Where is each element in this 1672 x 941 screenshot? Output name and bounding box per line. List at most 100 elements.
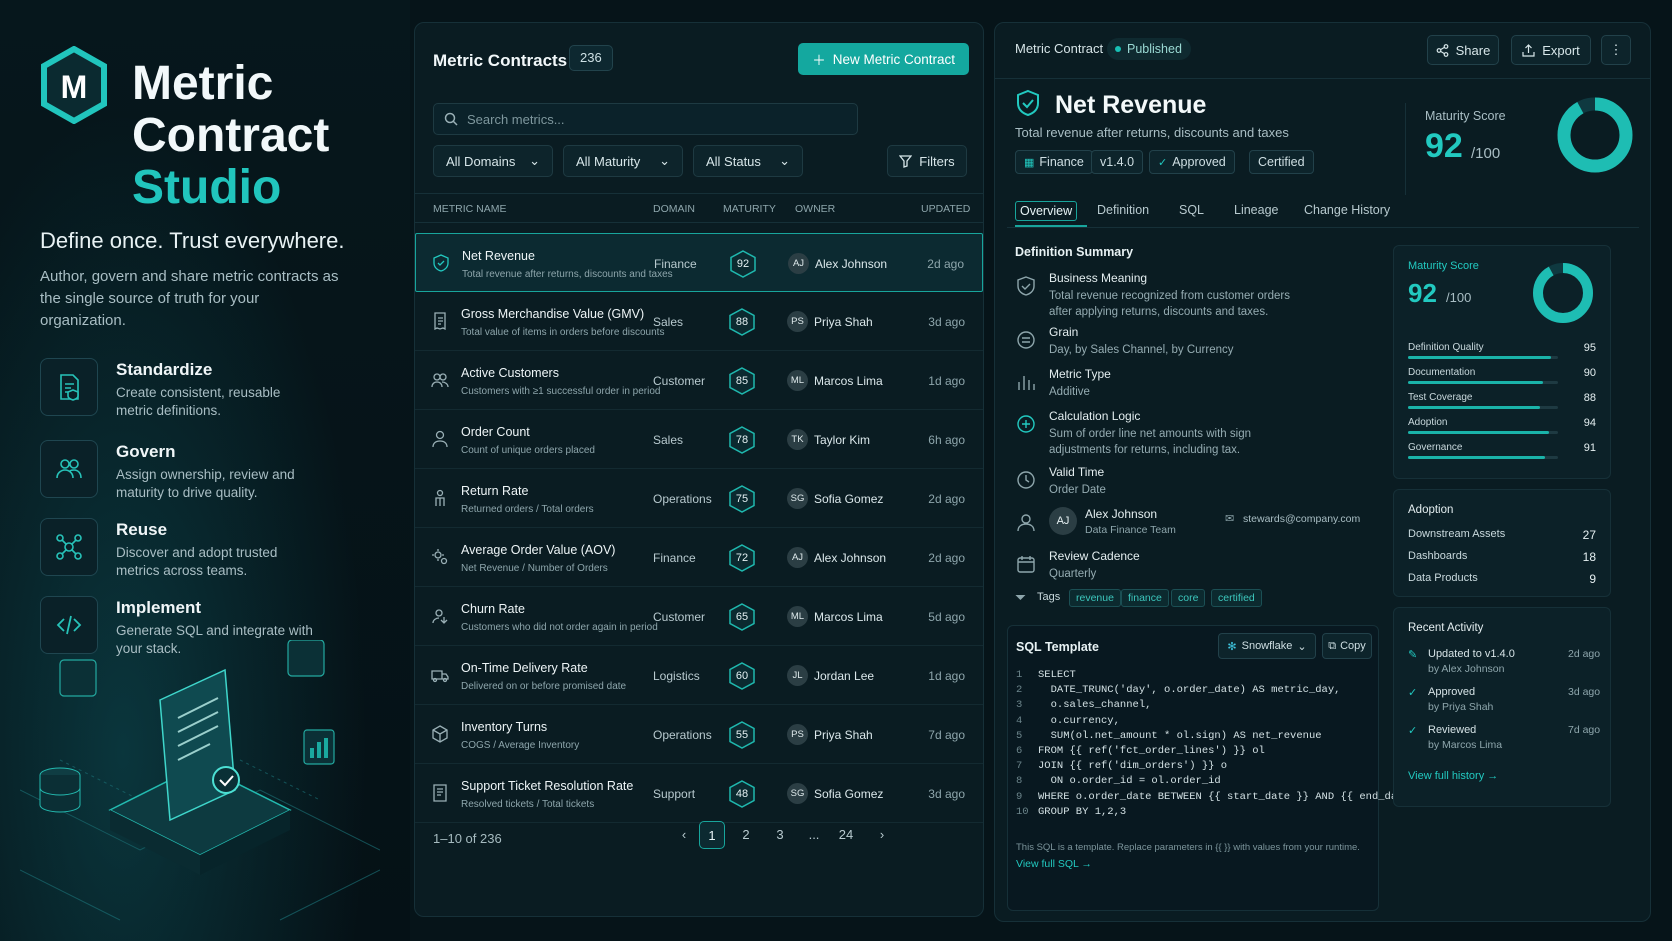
table-row[interactable]: Active Customers Customers with ≥1 succes… <box>415 351 983 410</box>
updated-time: 1d ago <box>928 669 965 683</box>
metric-description: Returned orders / Total orders <box>461 504 594 515</box>
maturity-dropdown[interactable]: All Maturity ⌄ <box>563 145 683 177</box>
receipt-icon <box>434 312 446 330</box>
tag-revenue[interactable]: revenue <box>1069 589 1121 607</box>
tab-lineage[interactable]: Lineage <box>1230 201 1283 219</box>
metric-description: Total revenue after returns, discounts a… <box>462 269 673 280</box>
metric-description: Total value of items in orders before di… <box>461 327 665 338</box>
more-options-button[interactable]: ⋮ <box>1601 35 1631 65</box>
new-metric-button[interactable]: ＋ New Metric Contract <box>798 43 969 75</box>
tab-definition[interactable]: Definition <box>1093 201 1153 219</box>
tag-finance[interactable]: finance <box>1121 589 1169 607</box>
table-row[interactable]: Gross Merchandise Value (GMV) Total value… <box>415 292 983 351</box>
users-icon <box>431 373 449 388</box>
engine-dropdown[interactable]: ✻ Snowflake ⌄ <box>1218 633 1316 659</box>
document-shield-icon <box>40 358 98 416</box>
sql-note: This SQL is a template. Replace paramete… <box>1016 842 1360 853</box>
review-icon: ✓ <box>1408 725 1418 737</box>
page-1-button[interactable]: 1 <box>699 821 725 849</box>
table-row[interactable]: Net Revenue Total revenue after returns, … <box>415 233 983 292</box>
metric-description: Delivered on or before promised date <box>461 681 627 692</box>
updated-time: 1d ago <box>928 374 965 388</box>
owner-name: Sofia Gomez <box>814 492 884 506</box>
owner-name: Taylor Kim <box>814 433 871 447</box>
page-2-button[interactable]: 2 <box>733 821 759 849</box>
owner-email[interactable]: stewards@company.com <box>1243 513 1360 525</box>
page-24-button[interactable]: 24 <box>833 821 859 849</box>
maturity-hexagon: 85 <box>729 367 755 395</box>
tag-core[interactable]: core <box>1171 589 1206 607</box>
avatar: AJ <box>1049 507 1077 535</box>
copy-button[interactable]: ⧉ Copy <box>1322 633 1372 659</box>
view-full-sql-link[interactable]: View full SQL → <box>1016 858 1092 870</box>
code-line: 5 SUM(ol.net_amount * ol.sign) AS net_re… <box>1016 729 1322 742</box>
table-row[interactable]: Inventory Turns COGS / Average Inventory O… <box>415 705 983 764</box>
avatar: ML <box>787 370 808 391</box>
breadcrumb: Metric Contract <box>1015 41 1104 56</box>
users-icon <box>40 440 98 498</box>
metric-name: Average Order Value (AOV) <box>461 543 616 557</box>
pagination-range: 1–10 of 236 <box>433 831 502 846</box>
metric-name: Order Count <box>461 425 530 439</box>
metric-domain: Sales <box>653 315 684 329</box>
owner-name: Jordan Lee <box>814 669 875 683</box>
bar-chart-icon <box>1018 376 1035 390</box>
detail-subtitle: Total revenue after returns, discounts a… <box>1015 125 1289 140</box>
plus-icon: ＋ <box>812 53 826 68</box>
filters-button[interactable]: Filters <box>887 145 967 177</box>
tab-overview[interactable]: Overview <box>1015 201 1078 221</box>
table-row[interactable]: Order Count Count of unique orders placed… <box>415 410 983 469</box>
network-icon <box>40 518 98 576</box>
feature-govern: Govern Assign ownership, review and matu… <box>40 440 370 504</box>
metric-name: On-Time Delivery Rate <box>461 661 588 675</box>
maturity-max: /100 <box>1471 145 1501 162</box>
metric-domain: Finance <box>653 551 696 565</box>
metric-domain: Customer <box>653 374 706 388</box>
metric-name: Net Revenue <box>462 249 535 263</box>
view-full-history-link[interactable]: View full history → <box>1408 770 1498 782</box>
metric-domain: Logistics <box>653 669 700 683</box>
hero-description: Author, govern and share metric contract… <box>40 268 339 329</box>
share-icon <box>1436 43 1449 57</box>
status-dropdown[interactable]: All Status ⌄ <box>693 145 803 177</box>
domain-dropdown[interactable]: All Domains ⌄ <box>433 145 553 177</box>
table-row[interactable]: Churn Rate Customers who did not order ag… <box>415 587 983 646</box>
check-shield-icon: ✓ <box>1158 156 1168 169</box>
owner-name: Alex Johnson <box>814 551 887 565</box>
search-input[interactable]: Search metrics... <box>433 103 858 135</box>
approved-chip: ✓ Approved <box>1149 150 1235 174</box>
score-bar <box>1408 431 1558 434</box>
feature-standardize: Standardize Create consistent, reusable … <box>40 358 370 422</box>
status-badge: Published <box>1107 38 1191 60</box>
list-title: Metric Contracts <box>433 51 568 70</box>
mail-icon: ✉ <box>1225 513 1235 525</box>
tab-sql[interactable]: SQL <box>1175 201 1208 219</box>
tab-change-history[interactable]: Change History <box>1300 201 1394 219</box>
feature-reuse: Reuse Discover and adopt trusted metrics… <box>40 518 370 582</box>
metric-name: Inventory Turns <box>461 720 548 734</box>
metric-list-panel: Metric Contracts 236 ＋ New Metric Contrac… <box>414 22 984 917</box>
page-ellipsis: ... <box>808 827 820 842</box>
table-row[interactable]: On-Time Delivery Rate Delivered on or bef… <box>415 646 983 705</box>
metric-description: Customers who did not order again in per… <box>461 622 658 633</box>
code-line: 7 JOIN {{ ref('dim_orders') }} o <box>1016 760 1228 773</box>
metric-domain: Sales <box>653 433 684 447</box>
table-row[interactable]: Support Ticket Resolution Rate Resolved t… <box>415 764 983 823</box>
next-page-button[interactable]: › <box>869 821 895 849</box>
table-row[interactable]: Average Order Value (AOV) Net Revenue / N… <box>415 528 983 587</box>
share-button[interactable]: Share <box>1427 35 1499 65</box>
page-3-button[interactable]: 3 <box>767 821 793 849</box>
grain-icon <box>1017 331 1035 349</box>
sql-template: SQL Template ✻ Snowflake ⌄ ⧉ Copy 1 SELECT 2 … <box>1007 625 1429 911</box>
updated-time: 7d ago <box>928 728 965 742</box>
tagline: Define once. Trust everywhere. <box>40 228 345 253</box>
updated-time: 2d ago <box>928 551 965 565</box>
prev-page-button[interactable]: ‹ <box>671 821 697 849</box>
tag-certified[interactable]: certified <box>1211 589 1262 607</box>
table-row[interactable]: Return Rate Returned orders / Total order… <box>415 469 983 528</box>
maturity-hexagon: 65 <box>729 603 755 631</box>
metric-description: Count of unique orders placed <box>461 445 595 456</box>
export-button[interactable]: Export <box>1511 35 1591 65</box>
code-line: 8 ON o.order_id = ol.order_id <box>1016 775 1221 788</box>
updated-time: 2d ago <box>927 257 964 271</box>
